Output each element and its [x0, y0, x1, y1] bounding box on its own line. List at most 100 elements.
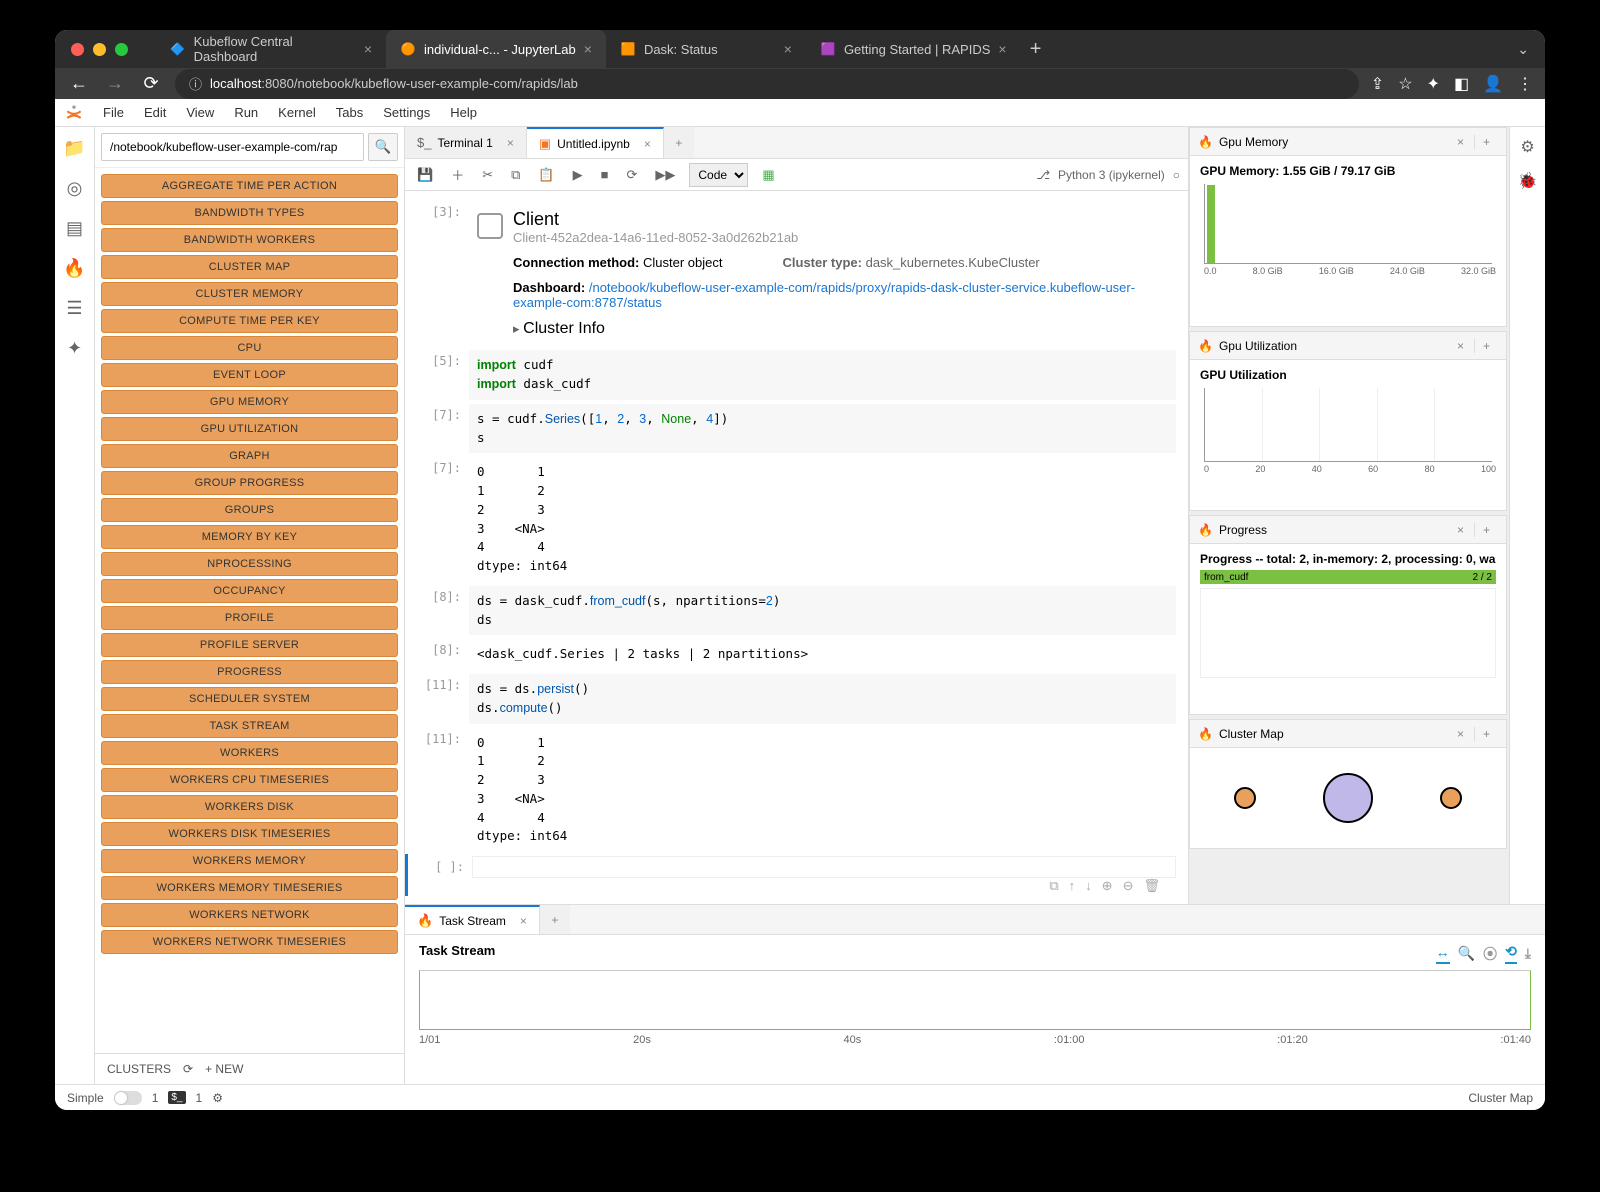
insert-below-icon[interactable]: ⊖ [1123, 878, 1134, 894]
menu-kernel[interactable]: Kernel [268, 105, 326, 120]
browser-tab-dask[interactable]: 🟧Dask: Status× [606, 30, 806, 68]
close-icon[interactable]: × [364, 41, 372, 57]
duplicate-icon[interactable]: ⧉ [1049, 878, 1058, 894]
copy-icon[interactable]: ⧉ [507, 165, 524, 185]
dask-dashboard-button[interactable]: MEMORY BY KEY [101, 525, 398, 549]
move-up-icon[interactable]: ↑ [1069, 878, 1076, 894]
simple-toggle[interactable] [114, 1091, 142, 1105]
close-window-icon[interactable] [71, 43, 84, 56]
dask-dashboard-button[interactable]: CPU [101, 336, 398, 360]
kernel-status-icon[interactable]: ○ [1173, 168, 1180, 182]
paste-icon[interactable]: 📋 [534, 165, 558, 185]
browser-tab-rapids[interactable]: 🟪Getting Started | RAPIDS× [806, 30, 1021, 68]
property-inspector-icon[interactable]: ⚙ [1520, 137, 1534, 157]
toc-icon[interactable]: ☰ [64, 297, 86, 319]
menu-tabs[interactable]: Tabs [326, 105, 373, 120]
dask-dashboard-button[interactable]: BANDWIDTH TYPES [101, 201, 398, 225]
search-button[interactable]: 🔍 [368, 133, 398, 161]
back-button[interactable]: ← [67, 73, 91, 94]
close-icon[interactable]: × [998, 41, 1006, 57]
site-info-icon[interactable]: ⓘ [189, 74, 202, 93]
dask-dashboard-button[interactable]: WORKERS [101, 741, 398, 765]
running-icon[interactable]: ◎ [64, 177, 86, 199]
code-cell[interactable]: ds = ds.persist() ds.compute() [469, 674, 1176, 724]
extensions-icon[interactable]: ✦ [1427, 74, 1440, 94]
add-icon[interactable]: + [1474, 339, 1498, 353]
dask-url-input[interactable] [101, 133, 364, 161]
delete-icon[interactable]: 🗑 [1143, 878, 1160, 894]
kernel-name[interactable]: Python 3 (ipykernel) [1058, 168, 1165, 182]
dask-dashboard-button[interactable]: WORKERS NETWORK TIMESERIES [101, 930, 398, 954]
dask-dashboard-button[interactable]: NPROCESSING [101, 552, 398, 576]
dask-dashboard-button[interactable]: SCHEDULER SYSTEM [101, 687, 398, 711]
new-cluster-button[interactable]: + NEW [205, 1062, 243, 1076]
dask-dashboard-button[interactable]: WORKERS MEMORY [101, 849, 398, 873]
add-icon[interactable]: + [1474, 135, 1498, 149]
cell-type-select[interactable]: Code [689, 163, 748, 187]
commands-icon[interactable]: ▤ [64, 217, 86, 239]
profile-icon[interactable]: 👤 [1483, 74, 1503, 94]
menu-icon[interactable]: ⋮ [1517, 74, 1533, 94]
menu-help[interactable]: Help [440, 105, 487, 120]
new-tab-button[interactable]: + [664, 127, 694, 158]
dask-icon[interactable]: 🔥 [64, 257, 86, 279]
menu-view[interactable]: View [176, 105, 224, 120]
extensions-icon[interactable]: ✦ [64, 337, 86, 359]
menu-run[interactable]: Run [224, 105, 268, 120]
add-icon[interactable]: + [1474, 727, 1498, 741]
git-icon[interactable]: ⎇ [1036, 168, 1050, 182]
code-cell[interactable]: ds = dask_cudf.from_cudf(s, npartitions=… [469, 586, 1176, 636]
dask-dashboard-button[interactable]: WORKERS NETWORK [101, 903, 398, 927]
refresh-icon[interactable]: ⟳ [183, 1062, 193, 1076]
tab-notebook[interactable]: ▣Untitled.ipynb× [527, 127, 664, 158]
forward-button[interactable]: → [103, 73, 127, 94]
save-icon[interactable]: ⤓ [1525, 945, 1531, 962]
dask-dashboard-button[interactable]: EVENT LOOP [101, 363, 398, 387]
run-icon[interactable]: ▶ [569, 165, 587, 185]
close-icon[interactable]: × [507, 136, 514, 150]
dask-dashboard-button[interactable]: GROUPS [101, 498, 398, 522]
cluster-info-toggle[interactable]: Cluster Info [477, 320, 1180, 338]
close-icon[interactable]: × [1457, 523, 1464, 537]
dashboard-link[interactable]: /notebook/kubeflow-user-example-com/rapi… [513, 280, 1135, 310]
task-stream-chart[interactable] [419, 970, 1531, 1030]
cut-icon[interactable]: ✂ [478, 165, 497, 185]
settings-icon[interactable]: ⚙ [212, 1091, 223, 1105]
url-field[interactable]: ⓘ localhost:8080/notebook/kubeflow-user-… [175, 69, 1359, 99]
wheel-zoom-icon[interactable]: ⦿ [1483, 944, 1497, 964]
code-cell[interactable]: s = cudf.Series([1, 2, 3, None, 4]) s [469, 404, 1176, 454]
insert-above-icon[interactable]: ⊕ [1102, 878, 1113, 894]
menu-file[interactable]: File [93, 105, 134, 120]
dask-dashboard-button[interactable]: BANDWIDTH WORKERS [101, 228, 398, 252]
jupyter-logo-icon[interactable] [63, 102, 85, 124]
tabs-dropdown-icon[interactable]: ⌄ [1517, 41, 1529, 58]
close-icon[interactable]: × [1457, 727, 1464, 741]
reset-icon[interactable]: ⟲ [1505, 943, 1517, 964]
menu-settings[interactable]: Settings [373, 105, 440, 120]
sidepanel-icon[interactable]: ◧ [1454, 74, 1469, 94]
share-icon[interactable]: ⇪ [1371, 74, 1384, 94]
dask-dashboard-button[interactable]: TASK STREAM [101, 714, 398, 738]
dask-dashboard-button[interactable]: COMPUTE TIME PER KEY [101, 309, 398, 333]
zoom-box-icon[interactable]: 🔍 [1458, 945, 1475, 962]
pan-icon[interactable]: ↔ [1436, 944, 1450, 964]
close-icon[interactable]: × [644, 137, 651, 151]
tab-terminal[interactable]: $_Terminal 1× [405, 127, 527, 158]
dask-dashboard-button[interactable]: GPU MEMORY [101, 390, 398, 414]
add-cell-icon[interactable]: ＋ [447, 163, 468, 186]
dask-dashboard-button[interactable]: GROUP PROGRESS [101, 471, 398, 495]
reload-button[interactable]: ⟳ [139, 73, 163, 94]
dask-dashboard-button[interactable]: GRAPH [101, 444, 398, 468]
close-icon[interactable]: × [1457, 135, 1464, 149]
move-down-icon[interactable]: ↓ [1085, 878, 1092, 894]
browser-tab-kubeflow[interactable]: 🔷Kubeflow Central Dashboard× [156, 30, 386, 68]
render-icon[interactable]: ▦ [758, 165, 778, 185]
bookmark-icon[interactable]: ☆ [1398, 74, 1412, 94]
browser-tab-jupyter[interactable]: 🟠individual-c... - JupyterLab× [386, 30, 606, 68]
minimize-window-icon[interactable] [93, 43, 106, 56]
close-icon[interactable]: × [584, 41, 592, 57]
dask-dashboard-button[interactable]: GPU UTILIZATION [101, 417, 398, 441]
dask-dashboard-button[interactable]: AGGREGATE TIME PER ACTION [101, 174, 398, 198]
tab-task-stream[interactable]: 🔥Task Stream× [405, 905, 540, 934]
dask-dashboard-button[interactable]: CLUSTER MEMORY [101, 282, 398, 306]
